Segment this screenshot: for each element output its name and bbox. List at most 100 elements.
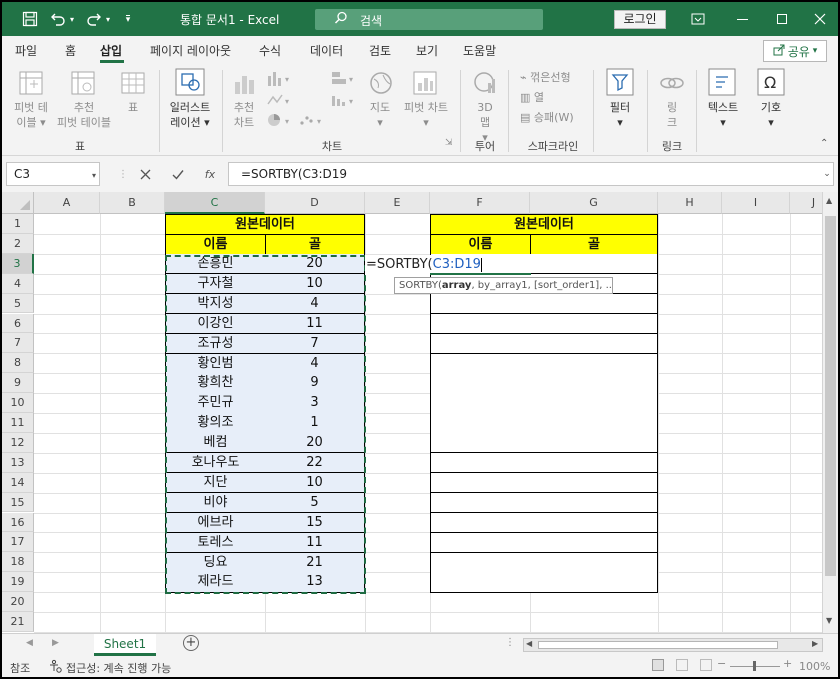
row-header-12[interactable]: 12 xyxy=(2,432,34,453)
result-name-cell[interactable] xyxy=(430,353,531,374)
source-value-cell[interactable]: 11 xyxy=(265,313,365,335)
zoom-level[interactable]: 100% xyxy=(799,660,830,673)
source-name-cell[interactable]: 토레스 xyxy=(165,532,266,553)
source-name-cell[interactable]: 이강인 xyxy=(165,313,266,335)
formula-input[interactable]: =SORTBY(C3:D19 xyxy=(228,162,834,186)
row-header-7[interactable]: 7 xyxy=(2,333,34,354)
source-name-cell[interactable]: 조규성 xyxy=(165,333,266,354)
zoom-in-icon[interactable]: + xyxy=(783,657,792,670)
zoom-slider-thumb[interactable] xyxy=(753,661,756,671)
source-value-cell[interactable]: 13 xyxy=(265,572,365,593)
tab-data[interactable]: 데이터 xyxy=(310,42,343,59)
column-header-c[interactable]: C xyxy=(165,192,265,214)
source-name-cell[interactable]: 지단 xyxy=(165,472,266,494)
tab-view[interactable]: 보기 xyxy=(416,42,438,59)
result-name-cell[interactable] xyxy=(430,532,531,553)
result-value-cell[interactable] xyxy=(530,552,658,573)
source-value-cell[interactable]: 11 xyxy=(265,532,365,553)
source-value-cell[interactable]: 10 xyxy=(265,273,365,295)
tab-page-layout[interactable]: 페이지 레이아웃 xyxy=(150,42,231,59)
column-header-d[interactable]: D xyxy=(265,192,365,214)
row-header-4[interactable]: 4 xyxy=(2,273,34,294)
source-name-cell[interactable]: 주민규 xyxy=(165,393,266,414)
row-header-13[interactable]: 13 xyxy=(2,452,34,473)
search-box[interactable]: 검색 xyxy=(315,9,543,30)
tab-home[interactable]: 홈 xyxy=(65,42,76,59)
sparkline-column-button[interactable]: ▥ 열 xyxy=(520,90,544,105)
name-box-dropdown-icon[interactable]: ▾ xyxy=(85,166,103,184)
pie-chart-icon[interactable]: ▾ xyxy=(266,112,294,131)
result-name-cell[interactable] xyxy=(430,572,531,593)
result-name-cell[interactable] xyxy=(430,433,531,454)
column-chart-icon[interactable]: ▾ xyxy=(266,70,294,89)
symbol-button[interactable]: 기호 ▾ xyxy=(754,100,788,130)
chart-dialog-launcher-icon[interactable]: ⇲ xyxy=(445,138,453,148)
source-name-cell[interactable]: 구자철 xyxy=(165,273,266,295)
table-button[interactable]: 표 xyxy=(120,100,146,115)
row-header-16[interactable]: 16 xyxy=(2,512,34,533)
redo-dropdown-icon[interactable]: ▾ xyxy=(102,9,114,29)
result-name-cell[interactable] xyxy=(430,492,531,514)
source-value-cell[interactable]: 9 xyxy=(265,373,365,394)
result-name-cell[interactable] xyxy=(430,333,531,354)
result-header-name[interactable]: 이름 xyxy=(430,234,531,255)
result-value-cell[interactable] xyxy=(530,353,658,374)
source-value-cell[interactable]: 1 xyxy=(265,413,365,434)
hierarchy-chart-icon[interactable]: ▾ xyxy=(330,70,358,89)
source-name-cell[interactable]: 베컴 xyxy=(165,433,266,454)
vertical-scrollbar[interactable]: ▲ ▼ xyxy=(822,192,838,633)
tab-help[interactable]: 도움말 xyxy=(463,42,496,59)
cancel-icon[interactable] xyxy=(136,165,154,183)
source-name-cell[interactable]: 황희찬 xyxy=(165,373,266,394)
source-value-cell[interactable]: 15 xyxy=(265,512,365,534)
row-header-11[interactable]: 11 xyxy=(2,413,34,433)
result-value-cell[interactable] xyxy=(530,433,658,454)
result-name-cell[interactable] xyxy=(430,453,531,474)
vertical-scroll-thumb[interactable] xyxy=(825,216,836,576)
normal-view-icon[interactable] xyxy=(652,659,664,671)
login-button[interactable]: 로그인 xyxy=(614,10,666,29)
scroll-down-icon[interactable]: ▼ xyxy=(826,616,832,625)
insert-function-icon[interactable]: fx xyxy=(201,165,219,183)
column-header-e[interactable]: E xyxy=(365,192,430,214)
pivot-table-button[interactable]: 피벗 테 이블 ▾ xyxy=(8,100,54,130)
row-header-18[interactable]: 18 xyxy=(2,552,34,573)
column-header-f[interactable]: F xyxy=(430,192,530,214)
column-header-b[interactable]: B xyxy=(100,192,165,214)
column-header-i[interactable]: I xyxy=(722,192,790,214)
sheet-tab-sheet1[interactable]: Sheet1 xyxy=(94,634,156,656)
row-header-21[interactable]: 21 xyxy=(2,612,34,632)
map-chart-button[interactable]: 지도 ▾ xyxy=(362,100,398,130)
undo-dropdown-icon[interactable]: ▾ xyxy=(66,9,78,29)
result-value-cell[interactable] xyxy=(530,492,658,514)
illustrations-button[interactable]: 일러스트 레이션 ▾ xyxy=(162,100,218,130)
source-value-cell[interactable]: 10 xyxy=(265,472,365,494)
share-button[interactable]: 공유 ▾ xyxy=(763,40,827,62)
result-title-cell[interactable]: 원본데이터 xyxy=(430,214,658,235)
source-name-cell[interactable]: 황인범 xyxy=(165,353,266,374)
scroll-up-icon[interactable]: ▲ xyxy=(826,196,832,205)
row-header-8[interactable]: 8 xyxy=(2,353,34,374)
source-value-cell[interactable]: 7 xyxy=(265,333,365,354)
result-name-cell[interactable] xyxy=(430,293,531,315)
tab-review[interactable]: 검토 xyxy=(369,42,391,59)
source-header-value[interactable]: 골 xyxy=(265,234,365,255)
row-header-2[interactable]: 2 xyxy=(2,233,34,254)
source-title-cell[interactable]: 원본데이터 xyxy=(165,214,365,235)
collapse-ribbon-icon[interactable]: ⌃ xyxy=(820,138,828,149)
expand-formula-icon[interactable]: ⌄ xyxy=(818,165,836,183)
minimize-icon[interactable] xyxy=(728,7,756,31)
source-value-cell[interactable]: 20 xyxy=(265,433,365,454)
maximize-icon[interactable] xyxy=(768,7,796,31)
result-name-cell[interactable] xyxy=(430,512,531,534)
tab-formulas[interactable]: 수식 xyxy=(259,42,281,59)
result-value-cell[interactable] xyxy=(530,413,658,434)
column-header-a[interactable]: A xyxy=(34,192,100,214)
redo-icon[interactable] xyxy=(84,9,104,29)
source-name-cell[interactable]: 제라드 xyxy=(165,572,266,593)
source-value-cell[interactable]: 4 xyxy=(265,353,365,374)
tab-insert[interactable]: 삽입 xyxy=(100,42,122,59)
source-name-cell[interactable]: 황의조 xyxy=(165,413,266,434)
result-value-cell[interactable] xyxy=(530,254,658,275)
result-name-cell[interactable] xyxy=(430,472,531,494)
